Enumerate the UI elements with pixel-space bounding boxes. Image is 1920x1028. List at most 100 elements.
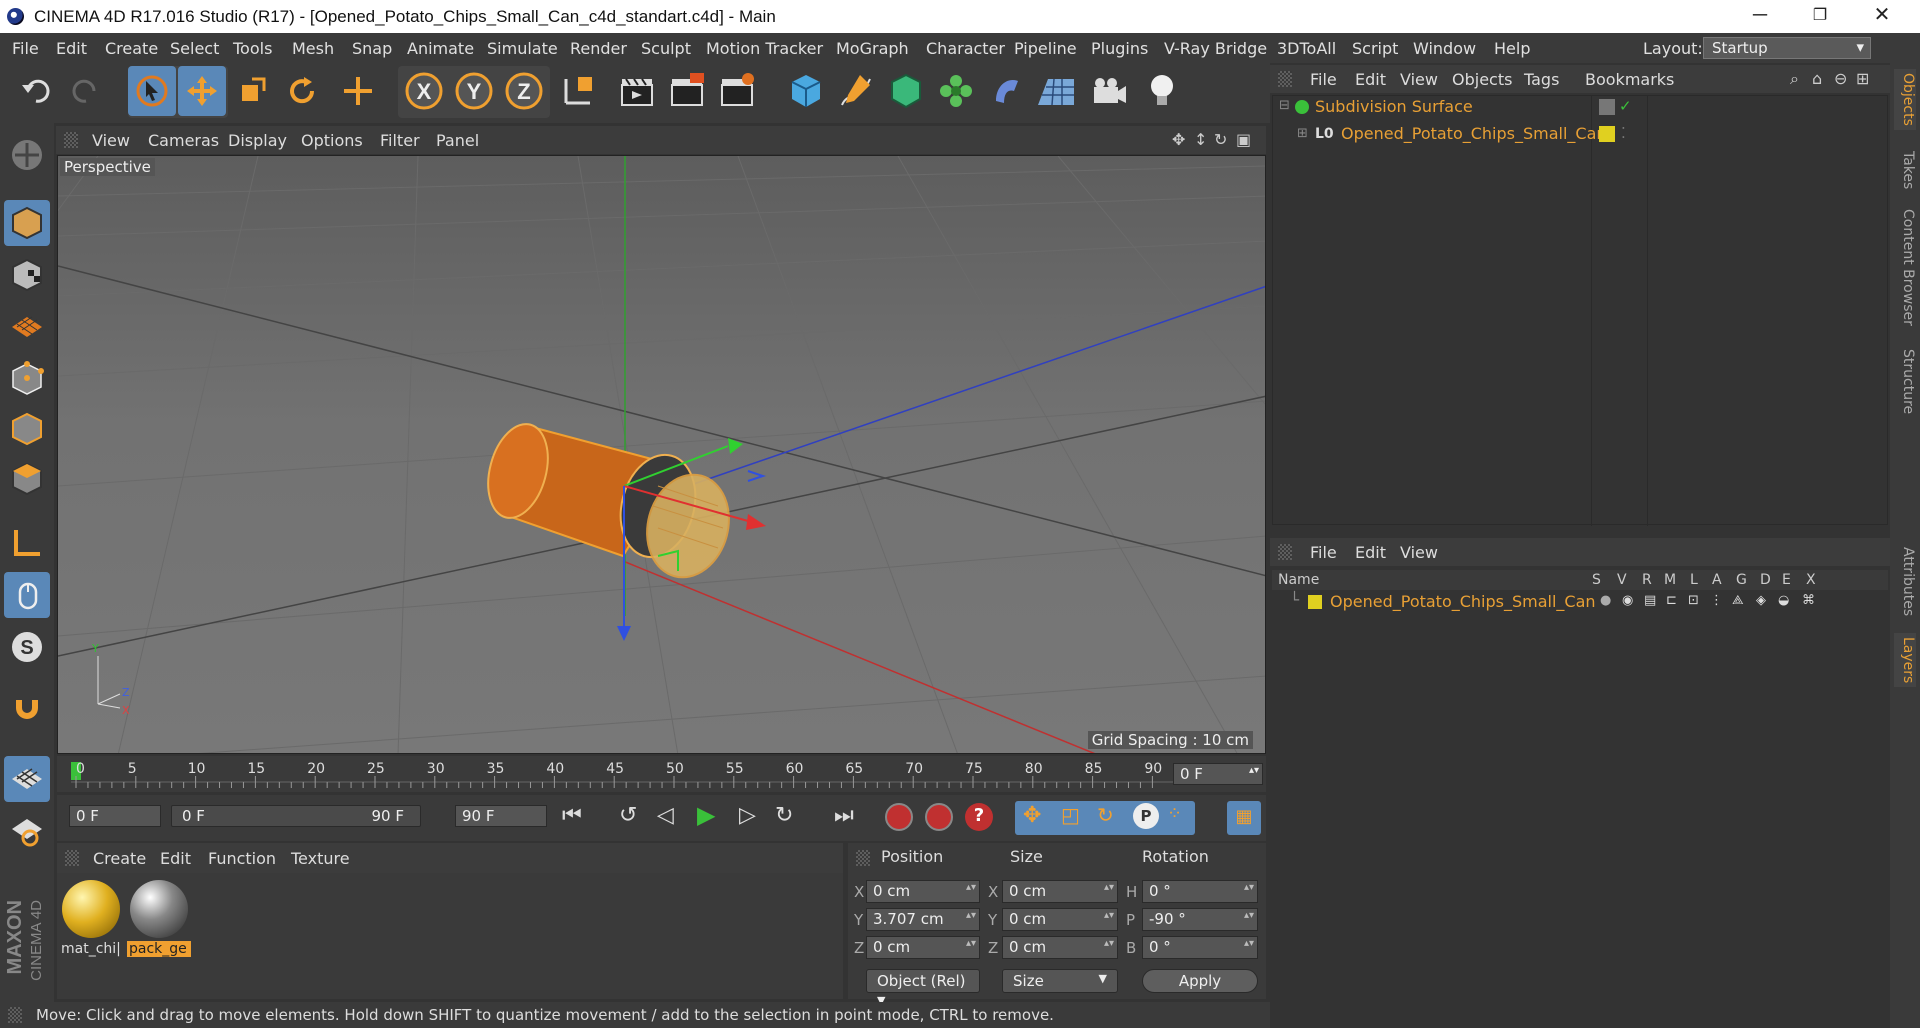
planar-workplane-button[interactable] — [4, 806, 50, 852]
menu-create[interactable]: Create — [105, 39, 158, 58]
play-button[interactable]: ▶ — [697, 801, 715, 829]
layer-color-swatch[interactable] — [1308, 595, 1322, 609]
menu-script[interactable]: Script — [1352, 39, 1398, 58]
stepper-icon[interactable]: ▴▾ — [1104, 882, 1114, 893]
position-y-field[interactable]: 3.707 cm ▴▾ — [866, 908, 980, 931]
render-settings-button[interactable] — [714, 66, 762, 116]
edges-mode-button[interactable] — [4, 406, 50, 452]
home-icon[interactable]: ⌂ — [1812, 69, 1822, 88]
menu-tools[interactable]: Tools — [233, 39, 272, 58]
generators-icon[interactable]: ⟁ — [1732, 593, 1744, 608]
make-editable-button[interactable] — [4, 132, 50, 178]
move-tool-button[interactable] — [178, 66, 226, 116]
object-row-potato-can[interactable]: Opened_Potato_Chips_Small_Can — [1341, 124, 1607, 143]
animation-icon[interactable]: ⋮ — [1710, 593, 1723, 608]
viewport-menu-options[interactable]: Options — [301, 131, 363, 150]
material-menu-function[interactable]: Function — [208, 849, 276, 868]
menu-select[interactable]: Select — [170, 39, 219, 58]
material-menu-create[interactable]: Create — [93, 849, 146, 868]
key-pla-icon[interactable]: ⁘ — [1167, 803, 1182, 824]
layers-menu-edit[interactable]: Edit — [1355, 543, 1386, 562]
cube-object-button[interactable] — [782, 66, 830, 116]
panel-grip-icon[interactable] — [64, 132, 78, 148]
xref-icon[interactable]: ⌘ — [1802, 593, 1815, 608]
rotation-p-field[interactable]: -90 ° ▴▾ — [1142, 908, 1258, 931]
viewport-zoom-icon[interactable]: ↕ — [1194, 130, 1207, 149]
rotation-h-field[interactable]: 0 ° ▴▾ — [1142, 880, 1258, 903]
menu-pipeline[interactable]: Pipeline — [1014, 39, 1077, 58]
solo-mode-button[interactable]: S — [4, 624, 50, 670]
visibility-dots-icon[interactable]: ⁚ — [1621, 124, 1626, 142]
layout-dropdown[interactable]: Startup ▾ — [1703, 37, 1871, 59]
position-x-field[interactable]: 0 cm ▴▾ — [866, 880, 980, 903]
stepper-icon[interactable]: ▴▾ — [1104, 910, 1114, 921]
step-forward-button[interactable]: ▷ — [739, 803, 756, 828]
new-panel-icon[interactable]: ⊞ — [1856, 69, 1869, 88]
min-frame-field[interactable]: 0 F — [69, 805, 161, 827]
viewport-maximize-icon[interactable]: ▣ — [1236, 130, 1251, 149]
polygons-mode-button[interactable] — [4, 456, 50, 502]
texture-mode-button[interactable] — [4, 252, 50, 298]
workplane-mode-button[interactable] — [4, 304, 50, 350]
close-button[interactable]: ✕ — [1852, 0, 1912, 33]
tweak-mode-button[interactable] — [4, 572, 50, 618]
link-icon[interactable]: ⊖ — [1834, 69, 1847, 88]
viewport-menu-filter[interactable]: Filter — [380, 131, 420, 150]
stepper-icon[interactable]: ▴▾ — [966, 910, 976, 921]
rotation-b-field[interactable]: 0 ° ▴▾ — [1142, 936, 1258, 959]
search-icon[interactable]: ⌕ — [1790, 69, 1799, 89]
layer-name[interactable]: Opened_Potato_Chips_Small_Can — [1330, 592, 1596, 611]
menu-snap[interactable]: Snap — [352, 39, 392, 58]
key-parameter-icon[interactable]: P — [1133, 803, 1159, 829]
subdivision-surface-button[interactable] — [882, 66, 930, 116]
deformer-button[interactable] — [982, 66, 1030, 116]
camera-object-button[interactable] — [1086, 66, 1134, 116]
go-to-end-button[interactable]: ⏭ — [834, 803, 854, 828]
minimize-button[interactable]: ─ — [1730, 0, 1790, 33]
scale-tool-button[interactable] — [228, 66, 276, 116]
frame-range-slider[interactable]: 0 F 90 F — [171, 805, 421, 827]
layers-menu-file[interactable]: File — [1310, 543, 1337, 562]
side-tab-content-browser[interactable]: Content Browser — [1894, 209, 1916, 326]
go-to-start-button[interactable]: ⏮ — [562, 803, 582, 828]
current-frame-field[interactable]: 0 F ▴▾ — [1173, 763, 1263, 785]
size-y-field[interactable]: 0 cm ▴▾ — [1002, 908, 1118, 931]
viewport-menu-display[interactable]: Display — [228, 131, 287, 150]
size-mode-dropdown[interactable]: Size ▼ — [1002, 969, 1118, 993]
view-eye-icon[interactable]: ◉ — [1622, 593, 1633, 608]
stepper-icon[interactable]: ▴▾ — [966, 882, 976, 893]
expand-icon[interactable]: ⊞ — [1297, 126, 1308, 141]
stepper-icon[interactable]: ▴▾ — [966, 938, 976, 949]
enabled-check-icon[interactable]: ✓ — [1619, 97, 1632, 115]
keyframe-selection-button[interactable]: ? — [965, 803, 993, 831]
manager-icon[interactable]: ⊏ — [1666, 593, 1677, 608]
max-frame-field[interactable]: 90 F — [455, 805, 547, 827]
collapse-icon[interactable]: ⊟ — [1279, 98, 1290, 113]
menu-animate[interactable]: Animate — [407, 39, 474, 58]
step-back-button[interactable]: ◁ — [657, 803, 674, 828]
viewport-move-icon[interactable]: ✥ — [1172, 130, 1185, 149]
z-axis-lock-button[interactable]: Z — [500, 66, 548, 116]
editor-visibility-icon[interactable] — [1599, 99, 1615, 115]
layer-row[interactable]: └ Opened_Potato_Chips_Small_Can ● ◉ ▤ ⊏ … — [1272, 591, 1888, 613]
autokey-button[interactable] — [925, 803, 953, 831]
live-selection-button[interactable] — [334, 66, 382, 116]
stepper-icon[interactable]: ▴▾ — [1244, 882, 1254, 893]
objects-menu-file[interactable]: File — [1310, 70, 1337, 89]
record-keys-button[interactable] — [885, 803, 913, 831]
viewport-menu-view[interactable]: View — [92, 131, 130, 150]
coordinate-system-button[interactable] — [554, 66, 602, 116]
panel-grip-icon[interactable] — [1278, 544, 1292, 560]
floor-object-button[interactable] — [1032, 66, 1080, 116]
objects-menu-objects[interactable]: Objects — [1452, 70, 1512, 89]
lock-icon[interactable]: ⊡ — [1688, 593, 1699, 608]
lock-workplane-button[interactable] — [4, 756, 50, 802]
perspective-viewport[interactable]: Y Z X Perspective Grid Spacing : 10 cm — [57, 155, 1266, 754]
stepper-icon[interactable]: ▴▾ — [1249, 765, 1259, 776]
menu-character[interactable]: Character — [926, 39, 1005, 58]
snapping-button[interactable] — [4, 690, 50, 736]
x-axis-lock-button[interactable]: X — [400, 66, 448, 116]
objects-menu-view[interactable]: View — [1400, 70, 1438, 89]
y-axis-lock-button[interactable]: Y — [450, 66, 498, 116]
menu-render[interactable]: Render — [570, 39, 627, 58]
